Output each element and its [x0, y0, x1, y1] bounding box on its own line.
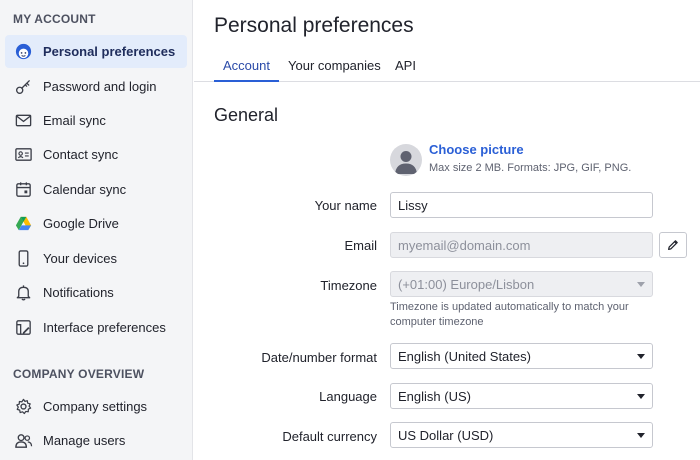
date-number-format-value: English (United States) [398, 348, 531, 364]
sidebar-item-personal-preferences[interactable]: Personal preferences [5, 35, 187, 68]
email-label: Email [344, 238, 377, 253]
tab-bar: Account Your companies API [194, 51, 700, 82]
envelope-icon [13, 111, 33, 131]
timezone-hint: Timezone is updated automatically to mat… [390, 301, 629, 328]
sidebar-item-your-devices[interactable]: Your devices [5, 242, 187, 275]
name-value: Lissy [398, 197, 428, 213]
sidebar-item-email-sync[interactable]: Email sync [5, 104, 187, 137]
bell-icon [13, 283, 33, 303]
sidebar-item-google-drive[interactable]: Google Drive [5, 207, 187, 240]
pencil-icon [668, 240, 678, 250]
contact-card-icon [13, 145, 33, 165]
timezone-select: (+01:00) Europe/Lisbon [390, 271, 653, 297]
picture-requirements: Max size 2 MB. Formats: JPG, GIF, PNG. [429, 162, 632, 174]
gear-icon [13, 397, 33, 417]
sidebar-item-password-and-login[interactable]: Password and login [5, 70, 187, 103]
sidebar-item-label: Contact sync [43, 147, 119, 162]
users-icon [13, 431, 33, 451]
tab-account[interactable]: Account [214, 51, 279, 82]
person-placeholder-icon [395, 151, 417, 174]
language-value: English (US) [398, 388, 471, 404]
chevron-down-icon [637, 432, 645, 438]
choose-picture-link[interactable]: Choose picture [429, 142, 524, 157]
sidebar-item-label: Email sync [43, 113, 106, 128]
calendar-icon [13, 180, 33, 200]
default-currency-value: US Dollar (USD) [398, 427, 494, 443]
language-select[interactable]: English (US) [390, 383, 653, 409]
email-field: myemail@domain.com [390, 232, 653, 258]
page-title: Personal preferences [214, 14, 414, 37]
sidebar-item-calendar-sync[interactable]: Calendar sync [5, 173, 187, 206]
chevron-down-icon [637, 353, 645, 359]
interface-edit-icon [13, 318, 33, 338]
key-icon [13, 77, 33, 97]
chevron-down-icon [637, 393, 645, 399]
sidebar-item-manage-users[interactable]: Manage users [5, 424, 187, 457]
sidebar: MY ACCOUNT Personal preferences Password… [0, 0, 193, 460]
section-title-general: General [214, 105, 279, 125]
sidebar-item-interface-preferences[interactable]: Interface preferences [5, 311, 187, 344]
sidebar-item-label: Calendar sync [43, 182, 127, 197]
sidebar-item-label: Notifications [43, 285, 114, 300]
sidebar-item-label: Interface preferences [43, 320, 166, 335]
date-number-format-label: Date/number format [261, 350, 377, 365]
sidebar-item-contact-sync[interactable]: Contact sync [5, 138, 187, 171]
sidebar-item-label: Personal preferences [43, 44, 176, 59]
sidebar-item-label: Company settings [43, 399, 148, 414]
sidebar-item-company-settings[interactable]: Company settings [5, 390, 187, 423]
language-label: Language [319, 389, 377, 404]
email-placeholder: myemail@domain.com [398, 237, 531, 253]
name-input[interactable]: Lissy [390, 192, 653, 218]
sidebar-item-notifications[interactable]: Notifications [5, 276, 187, 309]
main-content: Personal preferences Account Your compan… [194, 0, 700, 460]
edit-email-button[interactable] [659, 232, 687, 258]
date-number-format-select[interactable]: English (United States) [390, 343, 653, 369]
company-overview-heading: COMPANY OVERVIEW [13, 367, 145, 381]
timezone-label: Timezone [320, 278, 377, 293]
timezone-value: (+01:00) Europe/Lisbon [398, 276, 535, 292]
google-drive-icon [13, 214, 33, 234]
sidebar-item-label: Google Drive [43, 216, 119, 231]
avatar[interactable] [390, 144, 422, 176]
face-icon [13, 42, 33, 62]
default-currency-select[interactable]: US Dollar (USD) [390, 422, 653, 448]
tab-api[interactable]: API [395, 51, 416, 82]
tab-your-companies[interactable]: Your companies [288, 51, 381, 82]
chevron-down-icon [637, 281, 645, 287]
phone-icon [13, 249, 33, 269]
name-label: Your name [314, 198, 377, 213]
my-account-heading: MY ACCOUNT [13, 12, 96, 26]
sidebar-item-label: Manage users [43, 433, 126, 448]
sidebar-item-label: Your devices [43, 251, 117, 266]
sidebar-item-label: Password and login [43, 79, 157, 94]
default-currency-label: Default currency [282, 429, 377, 444]
